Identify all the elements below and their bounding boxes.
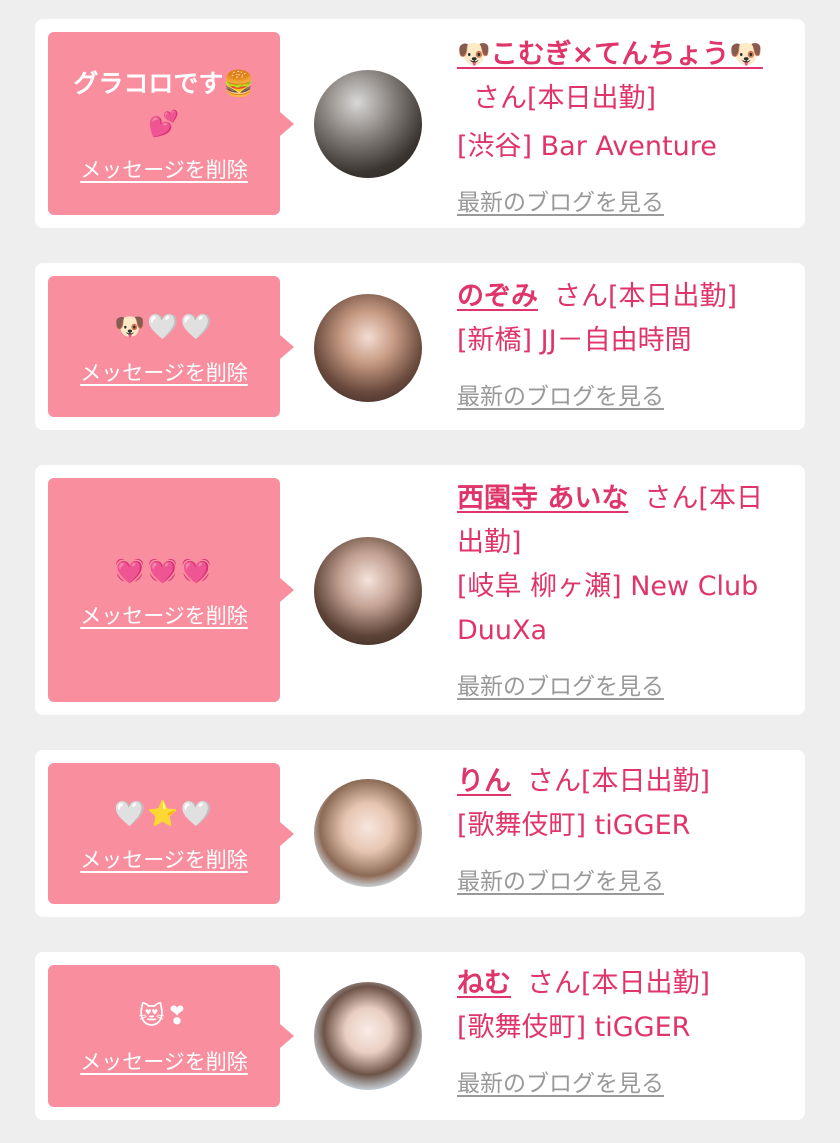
message-card: 🤍⭐🤍 メッセージを削除 りん さん[本日出勤] [歌舞伎町] tiGGER 最新… <box>35 750 805 917</box>
message-card: 🐶🤍🤍 メッセージを削除 のぞみ さん[本日出勤] [新橋] JJ－自由時間 最新… <box>35 263 805 430</box>
message-bubble: 💓💓💓 メッセージを削除 <box>48 478 280 702</box>
message-card: 😻❣ メッセージを削除 ねむ さん[本日出勤] [歌舞伎町] tiGGER 最新の… <box>35 952 805 1120</box>
message-card: グラコロです🍔💕 メッセージを削除 🐶こむぎ×てんちょう🐶 さん[本日出勤] [渋… <box>35 19 805 228</box>
message-bubble: グラコロです🍔💕 メッセージを削除 <box>48 32 280 215</box>
shop-name: [岐阜 柳ヶ瀬] New Club DuuXa <box>457 571 759 646</box>
cast-name-link[interactable]: 🐶こむぎ×てんちょう🐶 <box>457 39 763 70</box>
message-bubble: 😻❣ メッセージを削除 <box>48 965 280 1107</box>
message-card: 💓💓💓 メッセージを削除 西園寺 あいな さん[本日出勤] [岐阜 柳ヶ瀬] Ne… <box>35 465 805 715</box>
message-bubble: 🐶🤍🤍 メッセージを削除 <box>48 276 280 417</box>
avatar[interactable] <box>314 294 422 402</box>
cast-info: 西園寺 あいな さん[本日出勤] [岐阜 柳ヶ瀬] New Club DuuXa … <box>457 477 787 709</box>
shop-name: [新橋] JJ－自由時間 <box>457 325 692 356</box>
cast-status: さん[本日出勤] <box>527 766 711 797</box>
delete-message-link[interactable]: メッセージを削除 <box>80 1046 248 1076</box>
cast-status: さん[本日出勤] <box>473 83 657 114</box>
message-text: 🤍⭐🤍 <box>114 798 214 828</box>
avatar[interactable] <box>314 982 422 1090</box>
cast-status: さん[本日出勤] <box>554 281 738 312</box>
latest-blog-link[interactable]: 最新のブログを見る <box>457 375 787 419</box>
delete-message-link[interactable]: メッセージを削除 <box>80 154 248 184</box>
cast-name-link[interactable]: のぞみ <box>457 281 538 312</box>
cast-info: ねむ さん[本日出勤] [歌舞伎町] tiGGER 最新のブログを見る <box>457 962 787 1106</box>
cast-status: さん[本日出勤] <box>527 968 711 999</box>
avatar[interactable] <box>314 70 422 178</box>
cast-info: りん さん[本日出勤] [歌舞伎町] tiGGER 最新のブログを見る <box>457 760 787 904</box>
latest-blog-link[interactable]: 最新のブログを見る <box>457 665 787 709</box>
cast-name-link[interactable]: りん <box>457 766 511 797</box>
delete-message-link[interactable]: メッセージを削除 <box>80 844 248 874</box>
cast-info: のぞみ さん[本日出勤] [新橋] JJ－自由時間 最新のブログを見る <box>457 275 787 419</box>
shop-name: [渋谷] Bar Aventure <box>457 131 717 162</box>
cast-name-link[interactable]: ねむ <box>457 968 511 999</box>
message-text: グラコロです🍔💕 <box>73 68 255 138</box>
latest-blog-link[interactable]: 最新のブログを見る <box>457 1062 787 1106</box>
avatar[interactable] <box>314 537 422 645</box>
cast-info: 🐶こむぎ×てんちょう🐶 さん[本日出勤] [渋谷] Bar Aventure 最新… <box>457 33 787 225</box>
latest-blog-link[interactable]: 最新のブログを見る <box>457 860 787 904</box>
latest-blog-link[interactable]: 最新のブログを見る <box>457 181 787 225</box>
avatar[interactable] <box>314 779 422 887</box>
message-text: 💓💓💓 <box>114 555 214 584</box>
shop-name: [歌舞伎町] tiGGER <box>457 1012 691 1043</box>
message-bubble: 🤍⭐🤍 メッセージを削除 <box>48 763 280 904</box>
message-text: 🐶🤍🤍 <box>114 311 214 341</box>
delete-message-link[interactable]: メッセージを削除 <box>80 600 248 630</box>
shop-name: [歌舞伎町] tiGGER <box>457 810 691 841</box>
message-text: 😻❣ <box>138 1001 190 1030</box>
delete-message-link[interactable]: メッセージを削除 <box>80 357 248 387</box>
cast-name-link[interactable]: 西園寺 あいな <box>457 483 628 514</box>
